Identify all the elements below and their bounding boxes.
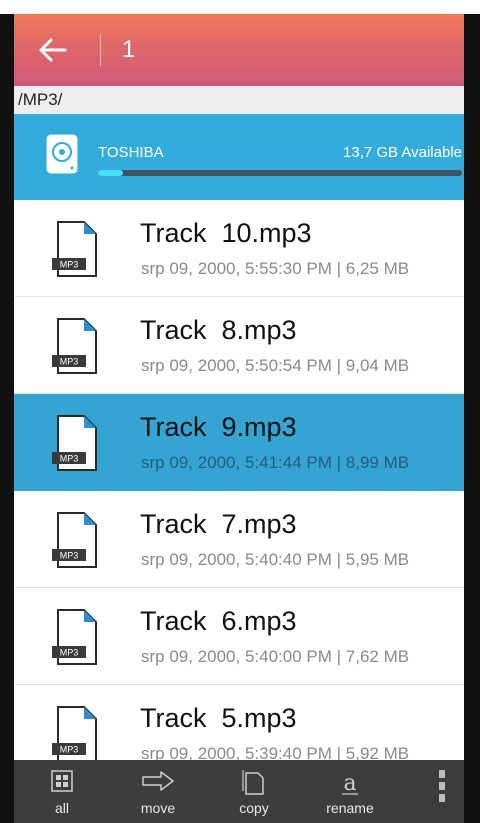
file-meta: srp 09, 2000, 5:40:40 PM | 5,95 MB <box>141 550 410 569</box>
move-label: move <box>140 800 176 816</box>
file-meta: srp 09, 2000, 5:39:40 PM | 5,92 MB <box>141 744 410 760</box>
mp3-file-icon: MP3 <box>52 706 97 760</box>
mp3-file-icon: MP3 <box>52 221 97 277</box>
copy-icon <box>242 770 264 795</box>
more-options-button[interactable] <box>432 770 452 814</box>
screen-bezel-left <box>0 14 14 823</box>
file-meta: srp 09, 2000, 5:55:30 PM | 6,25 MB <box>141 259 410 278</box>
mp3-file-icon: MP3 <box>52 512 97 568</box>
file-row[interactable]: MP3 Track 5.mp3 srp 09, 2000, 5:39:40 PM |… <box>14 685 464 760</box>
file-name: Track 7.mp3 <box>140 509 297 539</box>
file-meta: srp 09, 2000, 5:41:44 PM | 8,99 MB <box>141 453 410 472</box>
file-meta: srp 09, 2000, 5:50:54 PM | 9,04 MB <box>141 356 410 375</box>
copy-button[interactable]: copy <box>214 760 294 823</box>
hard-drive-icon <box>46 134 78 174</box>
storage-name: TOSHIBA <box>98 144 164 161</box>
arrow-right-icon <box>142 771 174 791</box>
arrow-left-icon <box>39 38 67 62</box>
app-header: 1 <box>14 14 464 86</box>
storage-progress-fill <box>98 170 124 176</box>
file-type-label: MP3 <box>60 454 79 464</box>
file-name: Track 5.mp3 <box>140 703 297 733</box>
back-button[interactable] <box>38 36 68 64</box>
rename-icon: a <box>342 771 358 796</box>
file-meta: srp 09, 2000, 5:40:00 PM | 7,62 MB <box>141 647 410 666</box>
select-all-label: all <box>54 800 69 816</box>
bottom-toolbar: all move copy a rename <box>14 760 464 823</box>
file-type-label: MP3 <box>60 648 79 658</box>
mp3-file-icon: MP3 <box>52 415 97 471</box>
rename-label: rename <box>326 800 374 816</box>
file-type-label: MP3 <box>60 551 79 561</box>
select-all-button[interactable]: all <box>22 760 102 823</box>
file-row[interactable]: MP3 Track 10.mp3 srp 09, 2000, 5:55:30 PM … <box>14 200 464 297</box>
copy-label: copy <box>239 800 269 816</box>
move-button[interactable]: move <box>118 760 198 823</box>
file-row[interactable]: MP3 Track 6.mp3 srp 09, 2000, 5:40:00 PM |… <box>14 588 464 685</box>
file-name: Track 10.mp3 <box>140 218 312 248</box>
file-type-label: MP3 <box>60 260 79 270</box>
svg-text:a: a <box>343 771 356 796</box>
file-name: Track 8.mp3 <box>140 315 297 345</box>
app-screen: 1 /MP3/ TOSHIBA 13,7 GB Available MP3 Tra… <box>14 14 464 823</box>
header-divider <box>100 34 101 66</box>
path-breadcrumb: /MP3/ <box>14 86 464 114</box>
mp3-file-icon: MP3 <box>52 318 97 374</box>
file-name: Track 6.mp3 <box>140 606 297 636</box>
rename-button[interactable]: a rename <box>310 760 390 823</box>
header-title: 1 <box>122 36 136 63</box>
mp3-file-icon: MP3 <box>52 609 97 665</box>
file-row[interactable]: MP3 Track 7.mp3 srp 09, 2000, 5:40:40 PM |… <box>14 491 464 588</box>
select-all-icon <box>51 770 73 792</box>
file-row[interactable]: MP3 Track 9.mp3 srp 09, 2000, 5:41:44 PM |… <box>14 394 464 491</box>
file-type-label: MP3 <box>60 745 79 755</box>
file-name: Track 9.mp3 <box>140 412 297 442</box>
more-vertical-icon <box>432 770 452 802</box>
storage-bar[interactable]: TOSHIBA 13,7 GB Available <box>14 114 464 200</box>
screen-bezel-right <box>464 14 480 823</box>
storage-available: 13,7 GB Available <box>343 144 462 161</box>
file-type-label: MP3 <box>60 357 79 367</box>
file-list: MP3 Track 10.mp3 srp 09, 2000, 5:55:30 PM … <box>14 200 464 760</box>
file-row[interactable]: MP3 Track 8.mp3 srp 09, 2000, 5:50:54 PM |… <box>14 297 464 394</box>
storage-progress-track <box>98 170 462 176</box>
